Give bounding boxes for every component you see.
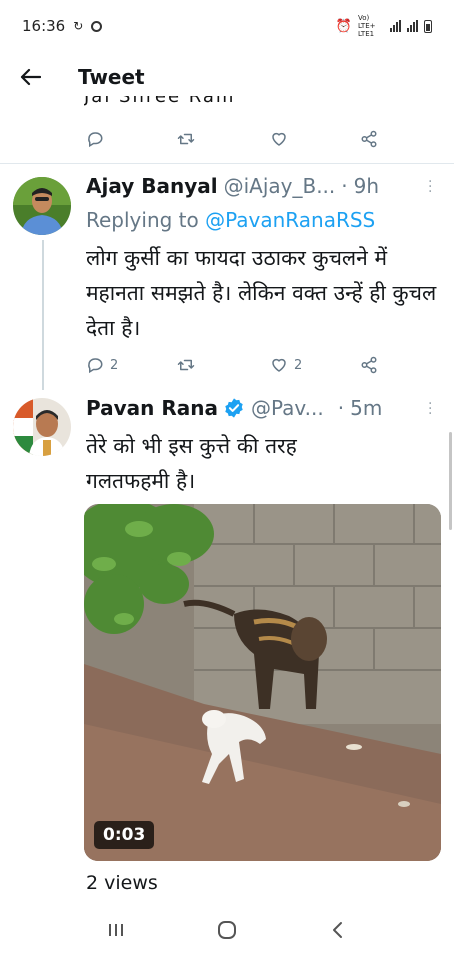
more-icon[interactable]: · · · [428, 397, 432, 421]
home-icon [217, 921, 236, 939]
handle[interactable]: @iAjay_B... [224, 174, 336, 198]
avatar[interactable] [13, 398, 71, 456]
share-button[interactable] [360, 130, 378, 148]
separator: · [337, 396, 345, 420]
share-icon [361, 130, 377, 148]
retweet-button[interactable] [176, 356, 196, 374]
share-icon [361, 356, 377, 374]
reply-tweet-text: लोग कुर्सी का फायदा उठाकर कुचलने में महा… [86, 246, 437, 340]
reply-icon [88, 132, 103, 148]
status-time: 16:36 [22, 17, 66, 35]
recents-button[interactable] [96, 910, 136, 950]
like-count: 2 [294, 357, 303, 373]
battery-icon [424, 19, 432, 33]
share-button[interactable] [360, 356, 378, 374]
divider [0, 163, 454, 164]
video-thumbnail [84, 504, 441, 861]
replying-prefix: Replying to [86, 208, 199, 232]
video-player[interactable]: 0:03 [84, 504, 441, 861]
sync-icon: ↻ [73, 19, 84, 33]
reply-icon [88, 358, 103, 374]
reply-button[interactable]: 2 [86, 356, 118, 374]
home-button[interactable] [207, 910, 247, 950]
page-title: Tweet [78, 65, 145, 89]
reply-button[interactable] [86, 130, 104, 148]
like-button[interactable] [270, 130, 288, 148]
network-label: Vo) LTE+ LTE1 [358, 14, 376, 38]
more-icon[interactable]: · · · [428, 175, 432, 199]
like-button[interactable]: 2 [270, 356, 302, 374]
replying-to: Replying to @PavanRanaRSS [86, 208, 375, 232]
separator: · [341, 174, 348, 198]
signal-icon [390, 20, 401, 32]
avatar[interactable] [13, 177, 71, 235]
app-bar: Tweet [0, 52, 454, 102]
alarm-icon: ⏰ [335, 18, 352, 34]
signal-2-icon [407, 20, 418, 32]
display-name[interactable]: Ajay Banyal [86, 174, 218, 198]
back-arrow-icon [20, 68, 41, 86]
retweet-icon [177, 359, 195, 371]
like-icon [272, 358, 286, 372]
view-count: 2 views [86, 872, 158, 894]
thread-line [42, 240, 44, 390]
video-duration: 0:03 [94, 821, 155, 849]
mention-link[interactable]: @PavanRanaRSS [205, 208, 375, 232]
main-tweet-header: Pavan Rana @Pav... · 5m [86, 396, 382, 420]
scrollbar[interactable] [449, 432, 452, 530]
previous-tweet-text: Jai Shree Ram [84, 96, 236, 107]
app-notification-icon [91, 20, 103, 32]
retweet-button[interactable] [176, 130, 196, 148]
previous-tweet-actions [86, 126, 406, 152]
reply-tweet-actions: 2 2 [86, 352, 406, 378]
main-tweet-text: तेरे को भी इस कुत्ते की तरह गलतफहमी है। [86, 434, 297, 493]
system-nav-bar [0, 900, 454, 960]
back-nav-icon [333, 922, 343, 938]
retweet-icon [177, 133, 195, 145]
verified-icon [225, 398, 243, 418]
timestamp: 5m [350, 396, 383, 420]
reply-tweet-header: Ajay Banyal @iAjay_B... · 9h [86, 174, 379, 198]
handle[interactable]: @Pav... [251, 396, 324, 420]
like-icon [272, 132, 286, 146]
status-bar: 16:36 ↻ ⏰ Vo) LTE+ LTE1 [0, 0, 454, 52]
back-button[interactable] [0, 52, 60, 102]
back-nav-button[interactable] [318, 910, 358, 950]
timestamp: 9h [353, 174, 380, 198]
display-name[interactable]: Pavan Rana [86, 396, 218, 420]
recents-icon [108, 924, 123, 936]
reply-count: 2 [110, 357, 119, 373]
